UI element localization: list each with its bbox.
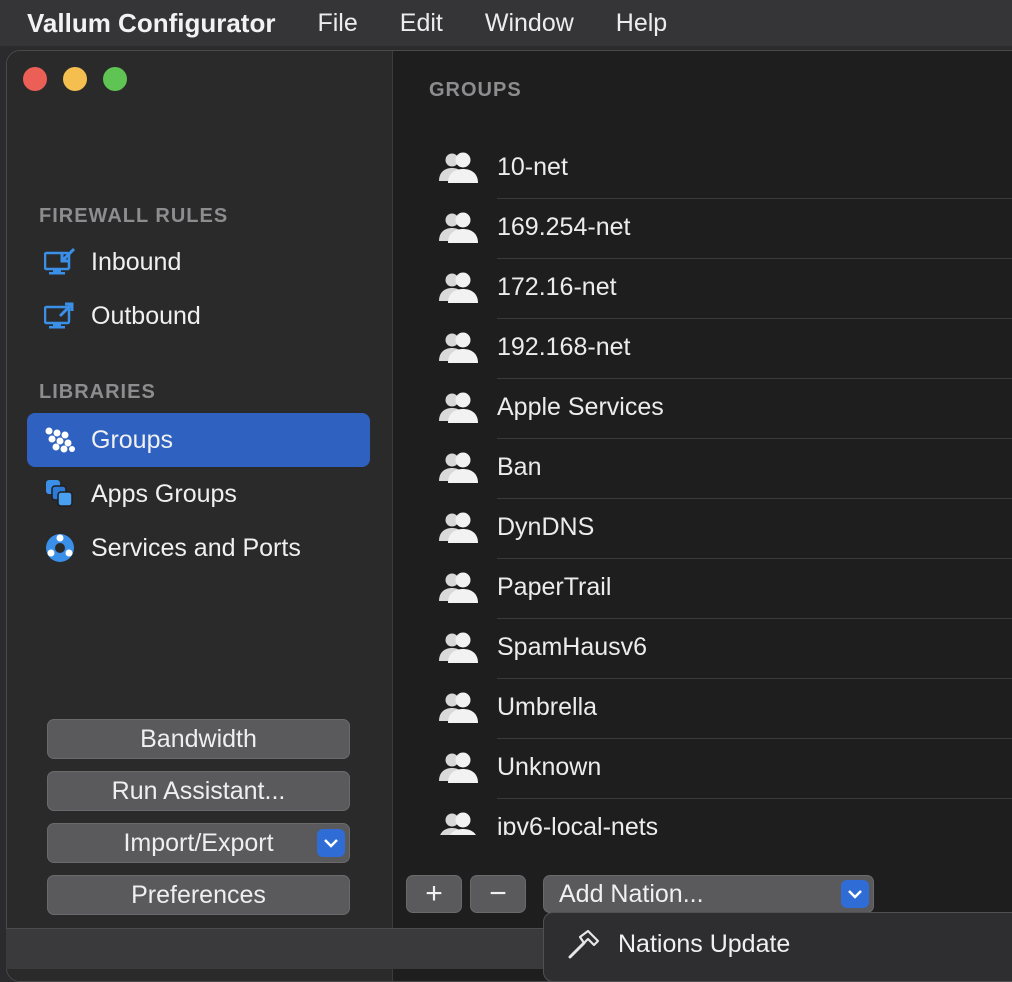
- list-item[interactable]: Umbrella: [393, 679, 1012, 739]
- list-item[interactable]: Apple Services: [393, 379, 1012, 439]
- sidebar-item-label: Outbound: [91, 301, 201, 330]
- chevron-down-icon[interactable]: [317, 829, 345, 857]
- menu-item-nations-update[interactable]: Nations Update: [566, 929, 790, 959]
- apps-groups-icon: [43, 477, 77, 511]
- group-name: 10-net: [497, 153, 568, 181]
- group-icon: [439, 152, 478, 183]
- list-item[interactable]: 169.254-net: [393, 199, 1012, 259]
- sidebar-item-outbound[interactable]: Outbound: [27, 289, 370, 343]
- preferences-button[interactable]: Preferences: [47, 875, 350, 915]
- list-item[interactable]: SpamHausv6: [393, 619, 1012, 679]
- group-icon: [439, 212, 478, 243]
- group-name: SpamHausv6: [497, 633, 648, 661]
- menu-bar: Vallum Configurator File Edit Window Hel…: [0, 0, 1012, 46]
- close-window-button[interactable]: [23, 67, 47, 91]
- menu-edit[interactable]: Edit: [400, 9, 443, 38]
- list-item[interactable]: 192.168-net: [393, 319, 1012, 379]
- zoom-window-button[interactable]: [103, 67, 127, 91]
- group-name: DynDNS: [497, 513, 595, 541]
- sidebar-item-services-and-ports[interactable]: Services and Ports: [27, 521, 370, 575]
- group-icon: [439, 572, 478, 603]
- groups-heading: GROUPS: [429, 79, 522, 101]
- group-name: PaperTrail: [497, 573, 612, 601]
- group-name: Apple Services: [497, 393, 664, 421]
- add-nation-label: Add Nation...: [559, 880, 704, 908]
- list-item[interactable]: Ban: [393, 439, 1012, 499]
- list-item[interactable]: PaperTrail: [393, 559, 1012, 619]
- menu-item-label: Nations Update: [618, 929, 791, 958]
- sidebar-item-groups[interactable]: Groups: [27, 413, 370, 467]
- list-item[interactable]: Unknown: [393, 739, 1012, 799]
- firewall-rules-heading: FIREWALL RULES: [39, 205, 229, 227]
- group-name: 172.16-net: [497, 273, 617, 301]
- add-nation-dropdown-menu: Nations Update: [543, 912, 1012, 982]
- group-icon: [439, 692, 478, 723]
- sidebar-item-label: Groups: [91, 425, 173, 454]
- menu-help[interactable]: Help: [616, 9, 667, 38]
- main-content: GROUPS 10-net 169.254-net 172.16-net 192…: [393, 51, 1012, 981]
- sidebar-item-apps-groups[interactable]: Apps Groups: [27, 467, 370, 521]
- group-icon: [439, 632, 478, 663]
- minimize-window-button[interactable]: [63, 67, 87, 91]
- sidebar-item-label: Apps Groups: [91, 479, 237, 508]
- hammer-icon: [568, 929, 600, 959]
- group-name: Ban: [497, 453, 542, 481]
- services-icon: [43, 531, 77, 565]
- menu-app-name[interactable]: Vallum Configurator: [27, 8, 275, 39]
- bandwidth-button[interactable]: Bandwidth: [47, 719, 350, 759]
- import-export-popup[interactable]: Import/Export: [47, 823, 350, 863]
- run-assistant-button[interactable]: Run Assistant...: [47, 771, 350, 811]
- group-name: Umbrella: [497, 693, 598, 721]
- group-icon: [439, 452, 478, 483]
- group-icon: [439, 332, 478, 363]
- add-nation-popup[interactable]: Add Nation...: [543, 875, 874, 913]
- add-group-button[interactable]: +: [406, 875, 462, 913]
- menu-file[interactable]: File: [317, 9, 357, 38]
- group-icon: [439, 512, 478, 543]
- group-name: 169.254-net: [497, 213, 631, 241]
- sidebar-item-label: Services and Ports: [91, 533, 301, 562]
- list-item[interactable]: ipv6-local-nets: [393, 799, 1012, 835]
- groups-icon: [43, 423, 77, 457]
- groups-list[interactable]: 10-net 169.254-net 172.16-net 192.168-ne…: [393, 139, 1012, 835]
- group-icon: [439, 752, 478, 783]
- menu-window[interactable]: Window: [485, 9, 574, 38]
- group-icon: [439, 392, 478, 423]
- group-name: ipv6-local-nets: [497, 813, 659, 835]
- status-bar: [6, 928, 544, 969]
- outbound-monitor-icon: [43, 299, 77, 333]
- sidebar-item-inbound[interactable]: Inbound: [27, 235, 370, 289]
- sidebar: FIREWALL RULES Inbound Outbound LIBRARIE…: [7, 51, 393, 981]
- chevron-down-icon[interactable]: [841, 880, 869, 908]
- group-name: 192.168-net: [497, 333, 631, 361]
- sidebar-item-label: Inbound: [91, 247, 182, 276]
- group-icon: [439, 272, 478, 303]
- list-item[interactable]: DynDNS: [393, 499, 1012, 559]
- libraries-heading: LIBRARIES: [39, 381, 156, 403]
- remove-group-button[interactable]: −: [470, 875, 526, 913]
- group-icon: [440, 812, 476, 835]
- list-item[interactable]: 172.16-net: [393, 259, 1012, 319]
- import-export-label: Import/Export: [123, 828, 274, 857]
- inbound-monitor-icon: [43, 245, 77, 279]
- group-name: Unknown: [497, 753, 602, 781]
- list-item[interactable]: 10-net: [393, 139, 1012, 199]
- main-window: FIREWALL RULES Inbound Outbound LIBRARIE…: [6, 50, 1012, 982]
